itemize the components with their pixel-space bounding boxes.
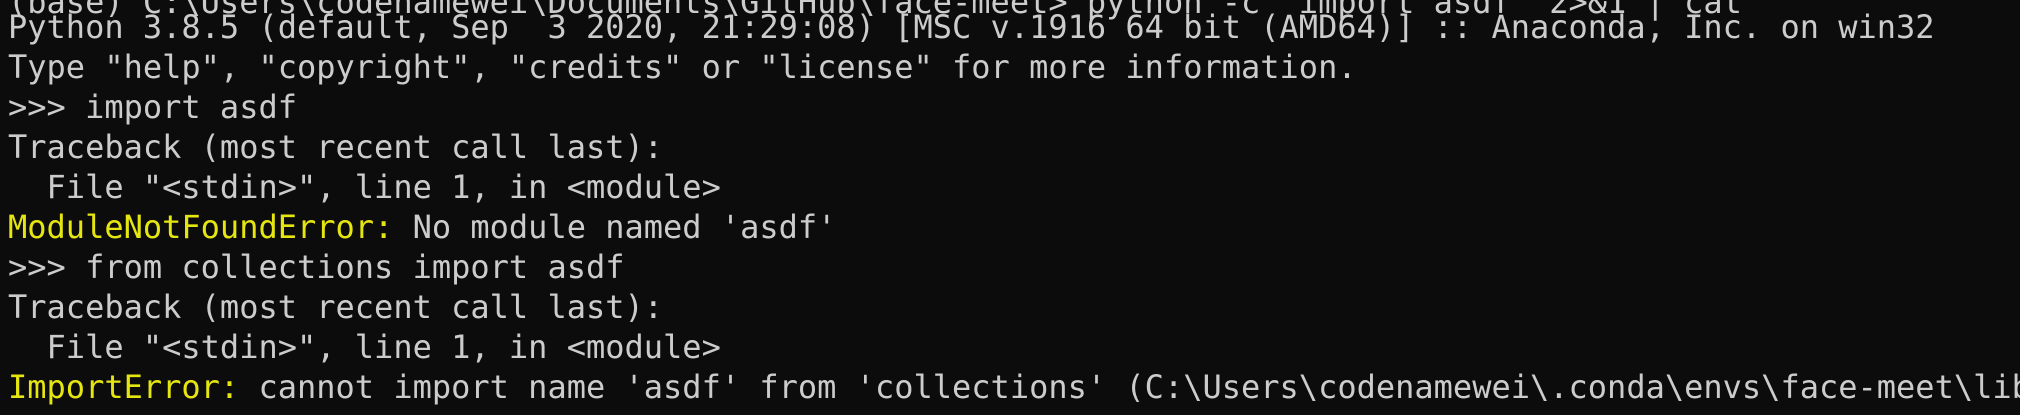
- traceback-file-line: File "<stdin>", line 1, in <module>: [8, 328, 721, 366]
- repl-input-import: >>> import asdf: [8, 88, 297, 126]
- error-name: ModuleNotFoundError:: [8, 208, 394, 246]
- error-line-import-error: ImportError: cannot import name 'asdf' f…: [8, 367, 2020, 407]
- traceback-header: Traceback (most recent call last):: [8, 288, 664, 326]
- error-message: cannot import name 'asdf' from 'collecti…: [258, 368, 2020, 406]
- traceback-header: Traceback (most recent call last):: [8, 128, 664, 166]
- error-message: No module named 'asdf': [393, 208, 837, 246]
- error-line-module-not-found: ModuleNotFoundError: No module named 'as…: [8, 207, 836, 247]
- repl-input-from-import: >>> from collections import asdf: [8, 248, 625, 286]
- python-help-hint: Type "help", "copyright", "credits" or "…: [8, 48, 1357, 86]
- error-name: ImportError:: [8, 368, 240, 406]
- python-version-banner: Python 3.8.5 (default, Sep 3 2020, 21:29…: [8, 8, 1935, 46]
- terminal-window[interactable]: (base) C:\Users\codenamewei\Documents\Gi…: [0, 0, 2020, 415]
- traceback-file-line: File "<stdin>", line 1, in <module>: [8, 168, 721, 206]
